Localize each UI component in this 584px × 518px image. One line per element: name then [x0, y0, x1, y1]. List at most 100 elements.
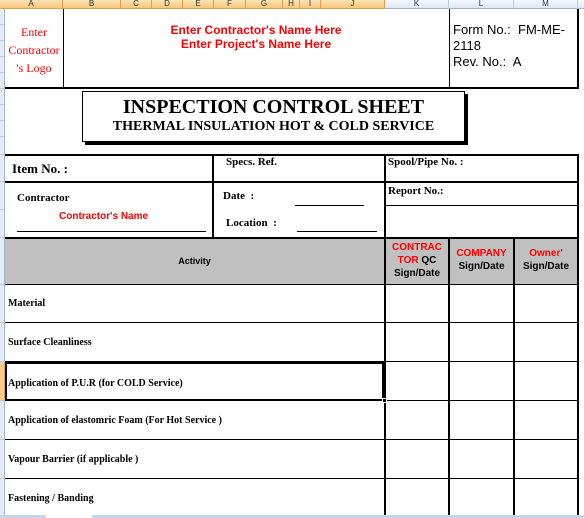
- company-sign-cell[interactable]: [450, 362, 513, 401]
- company-sign-cell[interactable]: [450, 285, 513, 323]
- activity-cell[interactable]: Fastening / Banding: [5, 479, 384, 518]
- owner-sign-cell[interactable]: [515, 440, 577, 479]
- column-header-m[interactable]: M: [514, 0, 578, 9]
- divider: [577, 155, 579, 518]
- row-header[interactable]: [0, 182, 5, 210]
- column-header-e[interactable]: E: [183, 0, 214, 9]
- logo-placeholder-line: Enter: [21, 25, 47, 39]
- activity-label: Surface Cleanliness: [8, 337, 92, 348]
- divider: [5, 87, 579, 89]
- location-label: Location :: [226, 217, 277, 229]
- column-header-filler: [578, 0, 584, 9]
- company-sign-cell[interactable]: [450, 323, 513, 362]
- contractor-qc-header[interactable]: CONTRAC TOR QC Sign/Date: [386, 239, 448, 284]
- owner-sign-cell[interactable]: [515, 362, 577, 401]
- company-label: COMPANY: [456, 248, 507, 259]
- specs-ref-label: Specs. Ref.: [226, 156, 278, 168]
- contractor-logo-cell[interactable]: Enter Contractor 's Logo: [5, 9, 63, 88]
- contractor-sign-cell[interactable]: [386, 401, 448, 440]
- contractor-qc-header-line: TOR: [397, 255, 419, 266]
- date-input-line[interactable]: [295, 205, 364, 206]
- owner-header[interactable]: Owner' Sign/Date: [515, 239, 577, 284]
- owner-sign-cell[interactable]: [515, 401, 577, 440]
- divider: [385, 205, 578, 206]
- owner-label: Owner': [529, 248, 563, 259]
- contractor-sign-cell[interactable]: [386, 440, 448, 479]
- activity-cell-selected[interactable]: Application of P.U.R (for COLD Service): [5, 362, 384, 401]
- sign-date-label: Sign/Date: [393, 268, 441, 279]
- activity-label: Material: [8, 298, 46, 309]
- title-box[interactable]: INSPECTION CONTROL SHEET THERMAL INSULAT…: [82, 91, 465, 142]
- activity-label: Application of P.U.R (for COLD Service): [8, 378, 183, 389]
- rev-no-value: A: [512, 54, 522, 69]
- contractor-sign-cell[interactable]: [386, 285, 448, 323]
- sign-date-label: Sign/Date: [522, 261, 570, 272]
- date-label: Date :: [223, 190, 255, 202]
- activity-cell[interactable]: Vapour Barrier (if applicable ): [5, 440, 384, 479]
- column-header-i[interactable]: I: [300, 0, 321, 9]
- contractor-name-field[interactable]: Contractor's Name: [59, 211, 148, 222]
- column-header-l[interactable]: L: [449, 0, 514, 9]
- form-no-value-cont: 2118: [453, 38, 481, 53]
- column-header-g[interactable]: G: [246, 0, 283, 9]
- item-no-label: Item No. :: [12, 161, 68, 176]
- contractor-name-placeholder: Enter Contractor's Name Here: [170, 23, 342, 37]
- column-header-f[interactable]: F: [214, 0, 246, 9]
- logo-placeholder-line: Contractor: [8, 43, 60, 57]
- column-header-a[interactable]: A: [0, 0, 63, 9]
- column-header-d[interactable]: D: [152, 0, 183, 9]
- location-input-line[interactable]: [297, 231, 377, 232]
- contractor-sign-cell[interactable]: [386, 479, 448, 518]
- row-header[interactable]: [0, 121, 5, 137]
- row-header[interactable]: [0, 89, 5, 105]
- sheet-subtitle: THERMAL INSULATION HOT & COLD SERVICE: [112, 119, 435, 134]
- logo-placeholder-line: 's Logo: [16, 61, 52, 75]
- company-sign-cell[interactable]: [450, 440, 513, 479]
- column-header-b[interactable]: B: [63, 0, 121, 9]
- row-header[interactable]: [0, 155, 5, 182]
- company-sign-cell[interactable]: [450, 479, 513, 518]
- rev-no-label: Rev. No.:: [453, 54, 507, 69]
- owner-sign-cell[interactable]: [515, 479, 577, 518]
- activity-label: Vapour Barrier (if applicable ): [8, 454, 139, 465]
- column-header-k[interactable]: K: [385, 0, 449, 9]
- sign-date-label: Sign/Date: [458, 261, 505, 272]
- column-header-j[interactable]: J: [321, 0, 385, 9]
- divider: [5, 181, 579, 183]
- contractor-qc-header-line: CONTRAC: [392, 242, 442, 253]
- activity-cell[interactable]: Material: [5, 285, 384, 323]
- divider: [577, 9, 579, 88]
- company-header[interactable]: COMPANY Sign/Date: [450, 239, 513, 284]
- company-sign-cell[interactable]: [450, 401, 513, 440]
- project-name-placeholder: Enter Project's Name Here: [180, 37, 332, 51]
- contractor-sign-cell[interactable]: [386, 323, 448, 362]
- contractor-label: Contractor: [17, 192, 70, 204]
- divider: [212, 155, 214, 238]
- form-no-value: FM-ME-: [518, 22, 565, 37]
- form-info-cell[interactable]: Form No.: FM-ME- 2118 Rev. No.: A: [453, 22, 577, 70]
- column-header-h[interactable]: H: [283, 0, 300, 9]
- owner-sign-cell[interactable]: [515, 323, 577, 362]
- activity-cell[interactable]: Surface Cleanliness: [5, 323, 384, 362]
- activity-cell[interactable]: Application of elastomric Foam (For Hot …: [5, 401, 384, 440]
- activity-header: Activity: [178, 256, 211, 266]
- sheet-title: INSPECTION CONTROL SHEET: [122, 96, 425, 118]
- row-header[interactable]: [0, 210, 5, 238]
- contractor-sign-cell[interactable]: [386, 362, 448, 401]
- activity-header-cell[interactable]: Activity: [5, 239, 384, 284]
- qc-label: QC: [421, 255, 437, 266]
- owner-sign-cell[interactable]: [515, 285, 577, 323]
- fill-handle[interactable]: [382, 398, 387, 403]
- report-no-label: Report No.:: [388, 185, 444, 197]
- column-header-c[interactable]: C: [121, 0, 152, 9]
- divider: [5, 154, 579, 156]
- activity-label: Fastening / Banding: [8, 493, 94, 504]
- form-no-label: Form No.:: [453, 22, 511, 37]
- row-header[interactable]: [0, 105, 5, 121]
- activity-label: Application of elastomric Foam (For Hot …: [8, 415, 222, 426]
- contractor-underline: [17, 231, 206, 232]
- divider: [449, 9, 450, 88]
- project-header-cell[interactable]: Enter Contractor's Name Here Enter Proje…: [63, 23, 449, 51]
- spool-pipe-label: Spool/Pipe No. :: [388, 156, 464, 168]
- row-header[interactable]: [0, 137, 5, 155]
